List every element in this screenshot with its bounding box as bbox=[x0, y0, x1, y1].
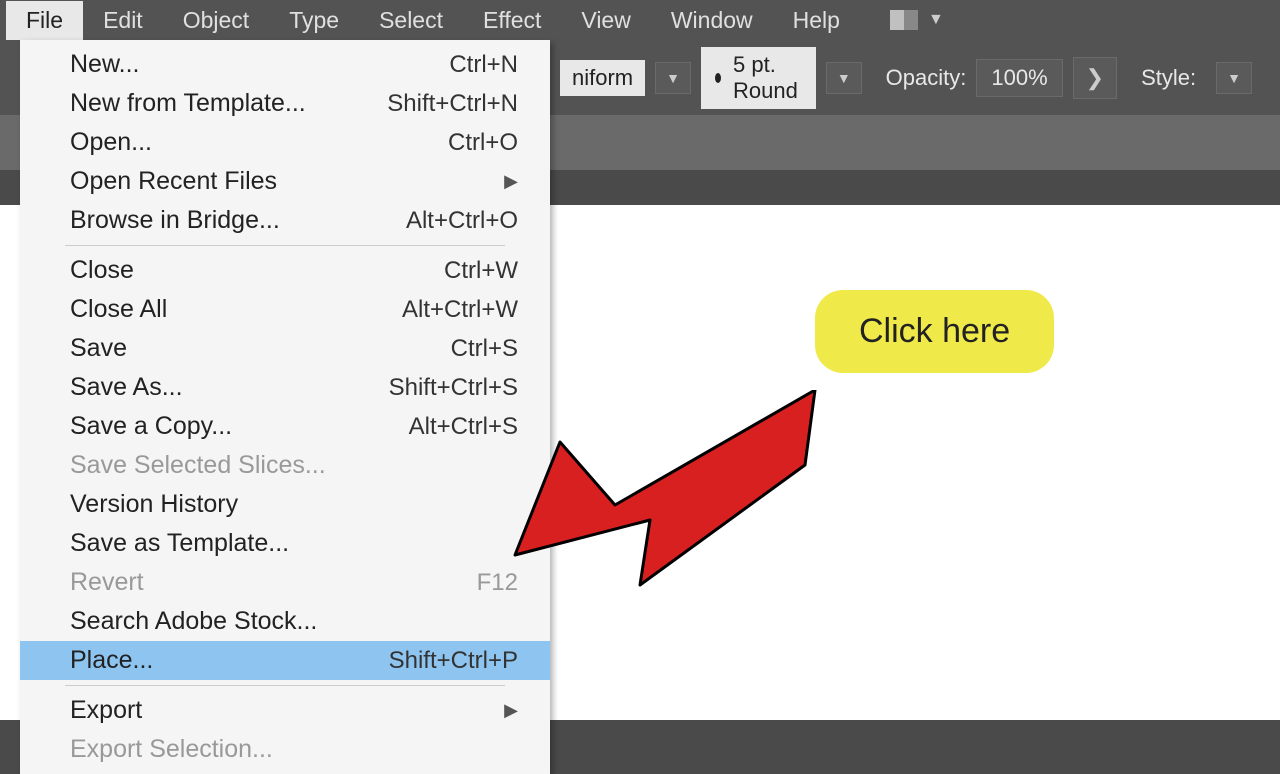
menu-item-label: Save As... bbox=[70, 370, 183, 405]
menu-item-revert: RevertF12 bbox=[20, 563, 550, 602]
menu-item-label: Open... bbox=[70, 125, 152, 160]
menu-item-shortcut: Ctrl+W bbox=[444, 254, 518, 288]
menu-item-label: Revert bbox=[70, 565, 144, 600]
menu-item-new[interactable]: New... Ctrl+N bbox=[20, 45, 550, 84]
menu-item-shortcut: Alt+Ctrl+O bbox=[406, 204, 518, 238]
menu-item-label: New from Template... bbox=[70, 86, 306, 121]
menu-file[interactable]: File bbox=[6, 1, 83, 40]
menu-help[interactable]: Help bbox=[773, 1, 860, 40]
uniform-field[interactable]: niform bbox=[560, 60, 645, 96]
menu-select[interactable]: Select bbox=[359, 1, 463, 40]
menu-item-export[interactable]: Export ▶ bbox=[20, 691, 550, 730]
menu-item-label: New... bbox=[70, 47, 139, 82]
menu-item-shortcut: Alt+Ctrl+S bbox=[409, 410, 518, 444]
menu-item-label: Close bbox=[70, 253, 134, 288]
file-menu-dropdown: New... Ctrl+N New from Template... Shift+Ct… bbox=[20, 40, 550, 774]
menu-item-label: Search Adobe Stock... bbox=[70, 604, 317, 639]
style-label: Style: bbox=[1141, 65, 1196, 91]
stroke-field[interactable]: 5 pt. Round bbox=[701, 47, 816, 109]
menu-type[interactable]: Type bbox=[269, 1, 359, 40]
opacity-label: Opacity: bbox=[886, 65, 967, 91]
arrow-annotation-icon bbox=[505, 390, 825, 610]
menu-item-shortcut: Shift+Ctrl+N bbox=[387, 87, 518, 121]
menu-item-label: Save Selected Slices... bbox=[70, 448, 326, 483]
menu-separator bbox=[65, 245, 505, 246]
menu-item-place[interactable]: Place... Shift+Ctrl+P bbox=[20, 641, 550, 680]
style-dropdown-icon[interactable]: ▼ bbox=[1216, 62, 1252, 94]
opacity-chevron-icon[interactable]: ❯ bbox=[1073, 57, 1117, 99]
stroke-dropdown-icon[interactable]: ▼ bbox=[826, 62, 862, 94]
opacity-value[interactable]: 100% bbox=[976, 59, 1062, 97]
menu-item-label: Place... bbox=[70, 643, 153, 678]
menu-item-save[interactable]: Save Ctrl+S bbox=[20, 329, 550, 368]
uniform-dropdown-icon[interactable]: ▼ bbox=[655, 62, 691, 94]
menu-item-save-as[interactable]: Save As... Shift+Ctrl+S bbox=[20, 368, 550, 407]
menu-item-open-recent-files[interactable]: Open Recent Files ▶ bbox=[20, 162, 550, 201]
stroke-label: 5 pt. Round bbox=[733, 52, 802, 104]
chevron-down-icon[interactable]: ▼ bbox=[928, 11, 944, 29]
menu-item-search-adobe-stock[interactable]: Search Adobe Stock... bbox=[20, 602, 550, 641]
menu-edit[interactable]: Edit bbox=[83, 1, 163, 40]
menu-item-new-from-template[interactable]: New from Template... Shift+Ctrl+N bbox=[20, 84, 550, 123]
menu-item-shortcut: Ctrl+S bbox=[451, 332, 518, 366]
menu-item-shortcut: Shift+Ctrl+P bbox=[389, 644, 518, 678]
menu-item-label: Open Recent Files bbox=[70, 164, 277, 199]
menu-window[interactable]: Window bbox=[651, 1, 773, 40]
menu-item-label: Browse in Bridge... bbox=[70, 203, 280, 238]
menu-view[interactable]: View bbox=[561, 1, 650, 40]
menu-item-save-a-copy[interactable]: Save a Copy... Alt+Ctrl+S bbox=[20, 407, 550, 446]
chevron-right-icon: ▶ bbox=[504, 169, 518, 194]
menu-item-label: Version History bbox=[70, 487, 238, 522]
workspace-grid-icon[interactable] bbox=[890, 10, 918, 30]
stroke-dot-icon bbox=[715, 73, 721, 83]
menu-item-shortcut: Shift+Ctrl+S bbox=[389, 371, 518, 405]
chevron-right-icon: ▶ bbox=[504, 698, 518, 723]
menu-item-version-history[interactable]: Version History bbox=[20, 485, 550, 524]
callout-annotation: Click here bbox=[815, 290, 1054, 373]
menu-item-save-selected-slices: Save Selected Slices... bbox=[20, 446, 550, 485]
menubar: FileEditObjectTypeSelectEffectViewWindow… bbox=[0, 0, 1280, 40]
menubar-right: ▼ bbox=[890, 10, 944, 30]
menu-item-close[interactable]: Close Ctrl+W bbox=[20, 251, 550, 290]
menu-item-export-selection: Export Selection... bbox=[20, 730, 550, 769]
menu-item-open[interactable]: Open... Ctrl+O bbox=[20, 123, 550, 162]
menu-item-label: Export bbox=[70, 693, 142, 728]
menu-item-close-all[interactable]: Close All Alt+Ctrl+W bbox=[20, 290, 550, 329]
menu-item-shortcut: Ctrl+N bbox=[449, 48, 518, 82]
menu-item-shortcut: Alt+Ctrl+W bbox=[402, 293, 518, 327]
menu-item-label: Save as Template... bbox=[70, 526, 289, 561]
menu-item-save-as-template[interactable]: Save as Template... bbox=[20, 524, 550, 563]
menu-item-label: Save a Copy... bbox=[70, 409, 232, 444]
menu-separator bbox=[65, 685, 505, 686]
menu-item-label: Export Selection... bbox=[70, 732, 273, 767]
menu-item-shortcut: Ctrl+O bbox=[448, 126, 518, 160]
menu-object[interactable]: Object bbox=[163, 1, 269, 40]
menu-effect[interactable]: Effect bbox=[463, 1, 561, 40]
menu-item-browse-in-bridge[interactable]: Browse in Bridge... Alt+Ctrl+O bbox=[20, 201, 550, 240]
menu-item-label: Close All bbox=[70, 292, 167, 327]
menu-item-label: Save bbox=[70, 331, 127, 366]
